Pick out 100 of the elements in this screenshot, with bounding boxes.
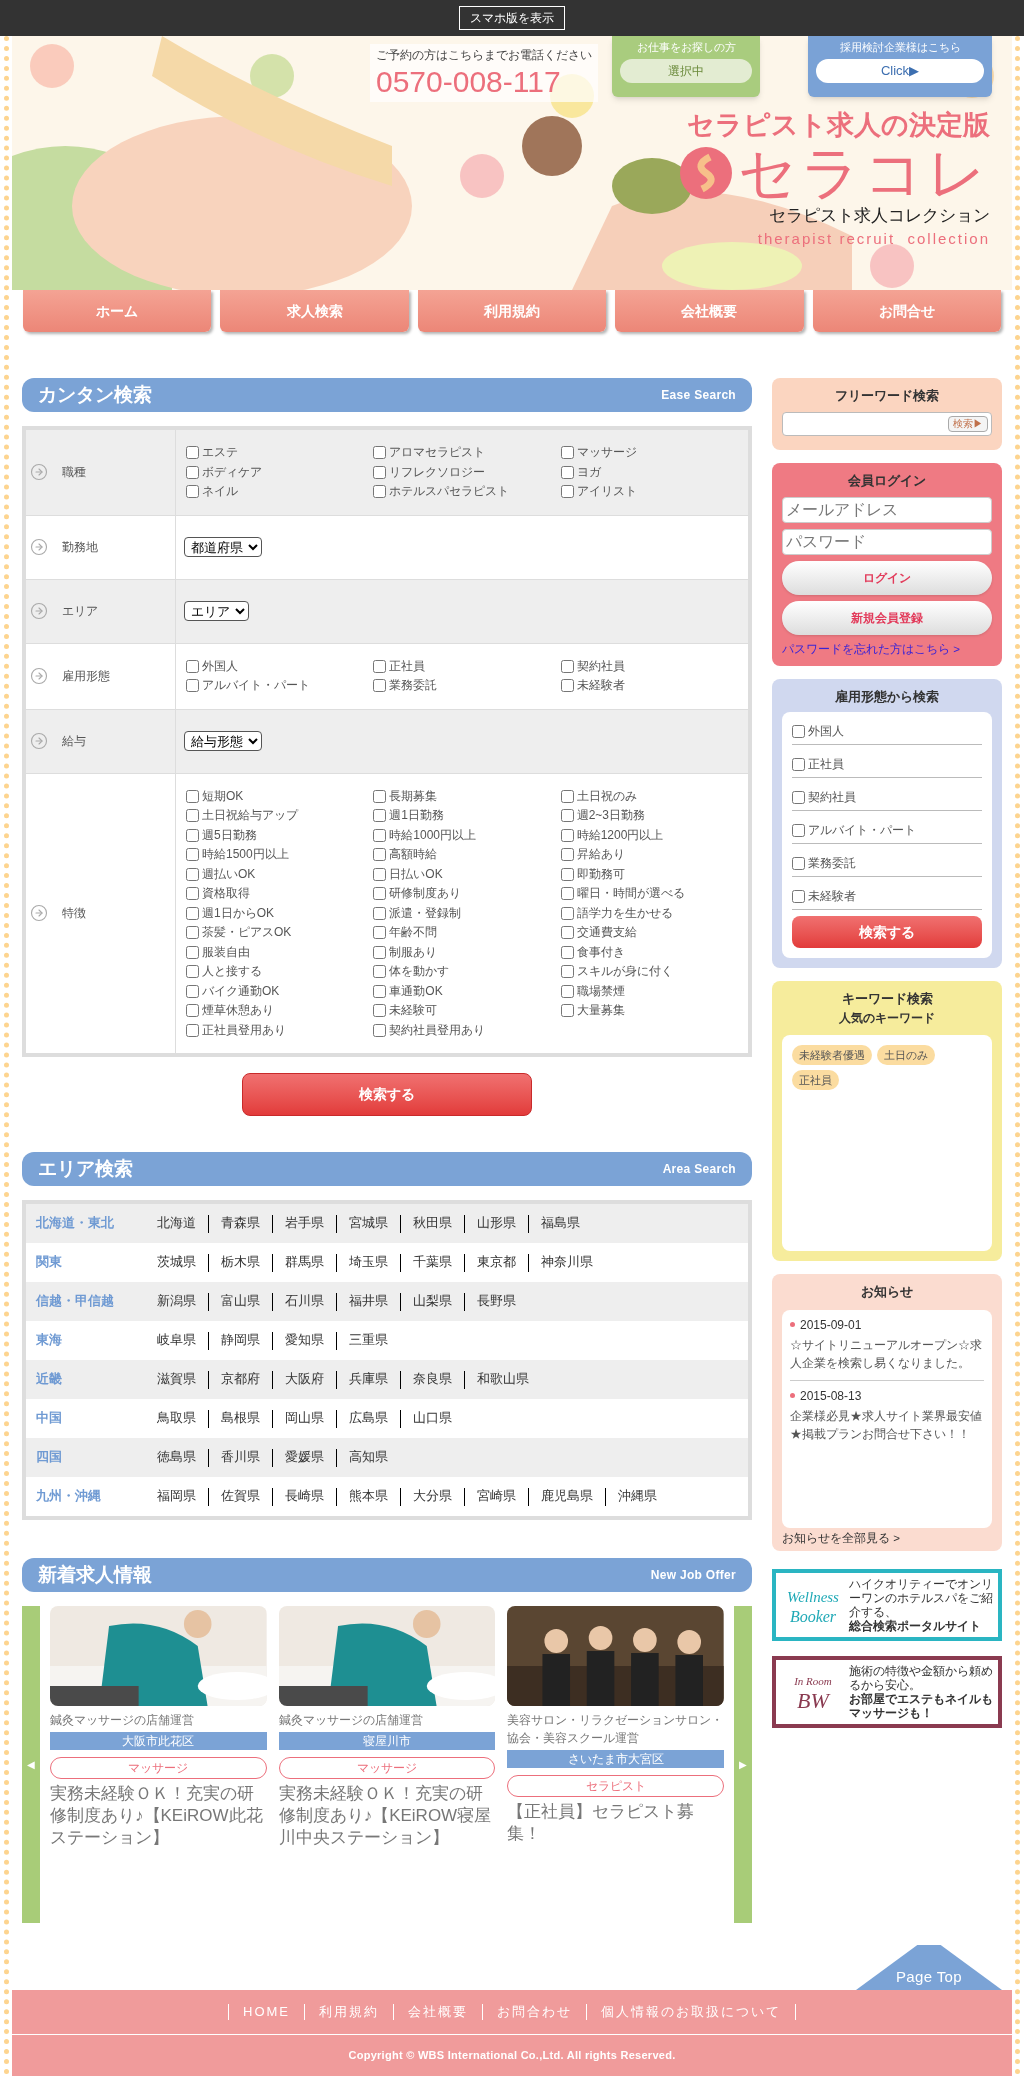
job-title-link[interactable]: 実務未経験ＯＫ！充実の研修制度あり♪【KEiROW寝屋川中央ステーション】	[278, 1783, 496, 1849]
checkbox[interactable]	[560, 965, 574, 979]
prefecture-link[interactable]: 愛知県	[285, 1331, 324, 1350]
prefecture-link[interactable]: 宮城県	[349, 1214, 388, 1233]
checkbox[interactable]	[373, 789, 387, 803]
checkbox[interactable]	[186, 926, 199, 940]
job-title-link[interactable]: 実務未経験ＯＫ！充実の研修制度あり♪【KEiROW此花ステーション】	[50, 1783, 267, 1849]
checkbox[interactable]	[373, 945, 387, 959]
smartphone-version-button[interactable]: スマホ版を表示	[459, 6, 565, 30]
prefecture-link[interactable]: 鳥取県	[157, 1409, 196, 1428]
prefecture-link[interactable]: 長野県	[477, 1292, 516, 1311]
checkbox[interactable]	[373, 984, 387, 998]
prefecture-link[interactable]: 山梨県	[413, 1292, 452, 1311]
prefecture-link[interactable]: 岩手県	[285, 1214, 324, 1233]
checkbox[interactable]	[186, 945, 199, 959]
checkbox[interactable]	[186, 1004, 199, 1018]
checkbox[interactable]	[792, 890, 805, 903]
checkbox[interactable]	[560, 926, 574, 940]
prefecture-link[interactable]: 鹿児島県	[541, 1487, 593, 1506]
prefecture-link[interactable]: 山形県	[477, 1214, 516, 1233]
checkbox[interactable]	[186, 465, 199, 479]
checkbox[interactable]	[373, 906, 387, 920]
prefecture-link[interactable]: 徳島県	[157, 1448, 196, 1467]
checkbox[interactable]	[373, 1004, 387, 1018]
checkbox[interactable]	[186, 906, 199, 920]
checkbox[interactable]	[560, 679, 574, 693]
keyword-tag[interactable]: 正社員	[792, 1069, 839, 1090]
click-button[interactable]: Click▶	[816, 58, 984, 83]
prefecture-link[interactable]: 高知県	[349, 1448, 388, 1467]
checkbox[interactable]	[373, 679, 387, 693]
checkbox[interactable]	[373, 867, 387, 881]
keyword-tag[interactable]: 土日のみ	[877, 1044, 935, 1065]
prefecture-link[interactable]: 富山県	[221, 1292, 260, 1311]
banner[interactable]: Wellness Booker ハイクオリティーでオンリーワンのホテルスパをご紹介する、 総合検索ポータルサイト	[772, 1569, 1002, 1642]
checkbox[interactable]	[186, 485, 199, 499]
checkbox[interactable]	[186, 965, 199, 979]
prefecture-link[interactable]: 長崎県	[285, 1487, 324, 1506]
checkbox[interactable]	[560, 809, 574, 823]
prefecture-link[interactable]: 兵庫県	[349, 1370, 388, 1389]
checkbox[interactable]	[186, 809, 199, 823]
news-text[interactable]: 企業様必見★求人サイト業界最安値★掲載プランお問合せ下さい！！	[790, 1406, 984, 1443]
prefecture-link[interactable]: 香川県	[221, 1448, 260, 1467]
login-button[interactable]: ログイン	[782, 560, 992, 595]
prefecture-link[interactable]: 福岡県	[157, 1487, 196, 1506]
prefecture-link[interactable]: 三重県	[349, 1331, 388, 1350]
checkbox[interactable]	[560, 1004, 574, 1018]
checkbox[interactable]	[186, 1023, 199, 1037]
checkbox[interactable]	[373, 446, 387, 460]
checkbox[interactable]	[186, 828, 199, 842]
dropdown[interactable]: エリア	[184, 601, 249, 621]
checkbox[interactable]	[186, 789, 199, 803]
checkbox[interactable]	[373, 965, 387, 979]
search-button[interactable]: 検索▶	[948, 415, 988, 432]
checkbox[interactable]	[560, 906, 574, 920]
prefecture-link[interactable]: 北海道	[157, 1214, 196, 1233]
checkbox[interactable]	[186, 679, 199, 693]
checkbox[interactable]	[186, 867, 199, 881]
checkbox[interactable]	[373, 926, 387, 940]
checkbox[interactable]	[560, 945, 574, 959]
prefecture-link[interactable]: 大分県	[413, 1487, 452, 1506]
prefecture-link[interactable]: 岐阜県	[157, 1331, 196, 1350]
prefecture-link[interactable]: 埼玉県	[349, 1253, 388, 1272]
prefecture-link[interactable]: 京都府	[221, 1370, 260, 1389]
checkbox[interactable]	[560, 465, 574, 479]
prefecture-link[interactable]: 奈良県	[413, 1370, 452, 1389]
prefecture-link[interactable]: 千葉県	[413, 1253, 452, 1272]
checkbox[interactable]	[373, 809, 387, 823]
checkbox[interactable]	[792, 857, 805, 870]
checkbox[interactable]	[792, 758, 805, 771]
prefecture-link[interactable]: 福井県	[349, 1292, 388, 1311]
checkbox[interactable]	[792, 824, 805, 837]
prefecture-link[interactable]: 東京都	[477, 1253, 516, 1272]
prefecture-link[interactable]: 和歌山県	[477, 1370, 529, 1389]
checkbox[interactable]	[560, 659, 574, 673]
email-field[interactable]: メールアドレス	[782, 496, 992, 523]
banner[interactable]: In Room BW 施術の特徴や金額から頼めるから安心。 お部屋でエステもネイルもマッサージも！	[772, 1656, 1002, 1729]
prefecture-link[interactable]: 青森県	[221, 1214, 260, 1233]
prefecture-link[interactable]: 新潟県	[157, 1292, 196, 1311]
all-news-link[interactable]: お知らせを全部見る >	[782, 1530, 992, 1548]
prefecture-link[interactable]: 神奈川県	[541, 1253, 593, 1272]
prefecture-link[interactable]: 宮崎県	[477, 1487, 516, 1506]
selected-button[interactable]: 選択中	[620, 58, 752, 83]
news-text[interactable]: ☆サイトリニューアルオープン☆求人企業を検索し易くなりました。	[790, 1335, 984, 1372]
checkbox[interactable]	[373, 828, 387, 842]
search-button[interactable]: 検索する	[242, 1073, 532, 1116]
prefecture-link[interactable]: 秋田県	[413, 1214, 452, 1233]
prefecture-link[interactable]: 山口県	[413, 1409, 452, 1428]
checkbox[interactable]	[373, 887, 387, 901]
prefecture-link[interactable]: 静岡県	[221, 1331, 260, 1350]
password-field[interactable]: パスワード	[782, 528, 992, 555]
prefecture-link[interactable]: 石川県	[285, 1292, 324, 1311]
checkbox[interactable]	[560, 485, 574, 499]
dropdown[interactable]: 給与形態	[184, 731, 262, 751]
register-button[interactable]: 新規会員登録	[782, 600, 992, 635]
checkbox[interactable]	[373, 659, 387, 673]
checkbox[interactable]	[560, 867, 574, 881]
checkbox[interactable]	[186, 446, 199, 460]
prefecture-link[interactable]: 大阪府	[285, 1370, 324, 1389]
checkbox[interactable]	[373, 1023, 387, 1037]
checkbox[interactable]	[186, 848, 199, 862]
